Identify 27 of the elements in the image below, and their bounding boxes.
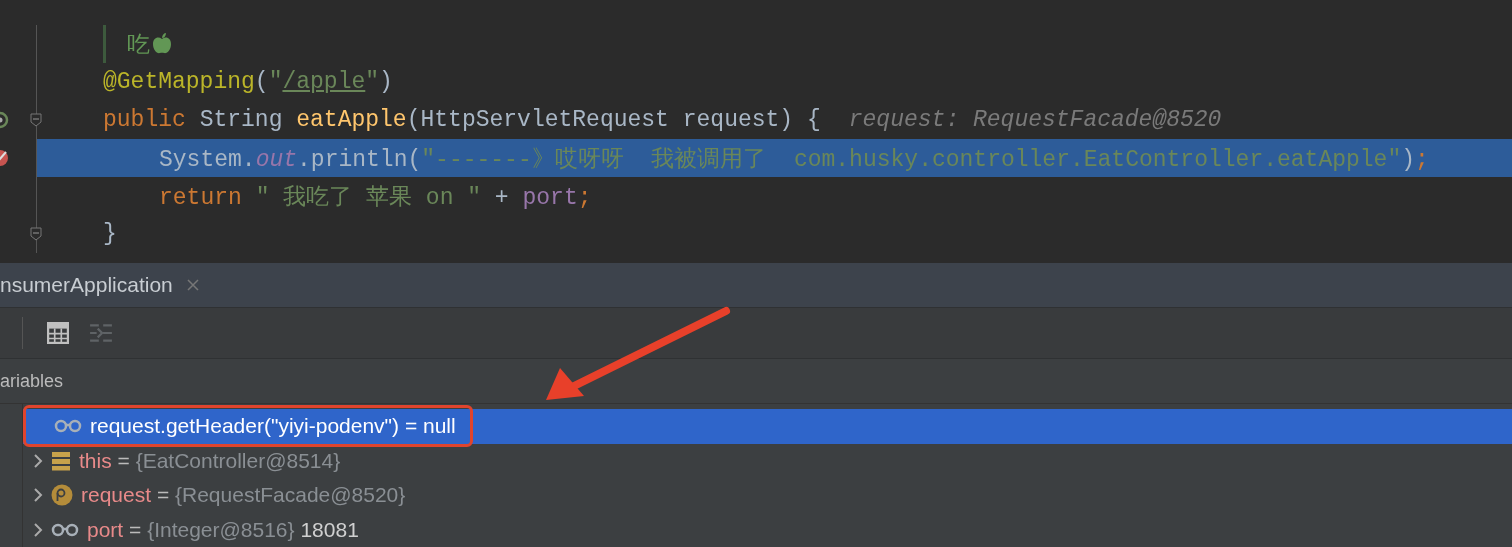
variable-row[interactable]: this = {EatController@8514} (23, 443, 1512, 478)
expand-chevron-icon[interactable] (33, 453, 43, 468)
expand-chevron-icon[interactable] (33, 522, 43, 537)
expand-chevron-icon[interactable] (33, 488, 43, 503)
apple-icon (152, 33, 172, 55)
code-line: } (103, 221, 117, 247)
calculator-icon[interactable] (47, 322, 69, 344)
inline-hint: request: RequestFacade@8520 (848, 107, 1222, 133)
session-tab[interactable]: nsumerApplication (0, 273, 173, 297)
variable-row[interactable]: request = {RequestFacade@8520} (23, 478, 1512, 513)
parameter-icon (51, 484, 73, 507)
code-line: return " 我吃了 苹果 on " + port; (159, 183, 592, 212)
variable-text: request = {RequestFacade@8520} (81, 483, 406, 508)
glasses-icon (54, 419, 82, 434)
glasses-icon (51, 522, 79, 537)
stack-icon (51, 450, 71, 471)
variable-row[interactable]: port = {Integer@8516} 18081 (23, 512, 1512, 547)
code-line: System.out.println("-------》哎呀呀 我被调用了 com.husky.controller.EatController.eatApple"); (159, 145, 1429, 174)
fold-marker-icon[interactable] (30, 113, 42, 127)
variable-text: port = {Integer@8516} 18081 (87, 517, 359, 542)
panel-title: ariables (0, 370, 64, 392)
doc-comment: 吃 (127, 31, 150, 60)
code-line: @GetMapping("/apple") (103, 69, 393, 95)
variable-text: request.getHeader("yiyi-podenv") = null (90, 414, 456, 439)
variable-text: this = {EatController@8514} (79, 448, 341, 473)
fold-marker-icon[interactable] (30, 227, 42, 241)
code-line: public String eatApple(HttpServletRequest request) { (103, 107, 821, 133)
